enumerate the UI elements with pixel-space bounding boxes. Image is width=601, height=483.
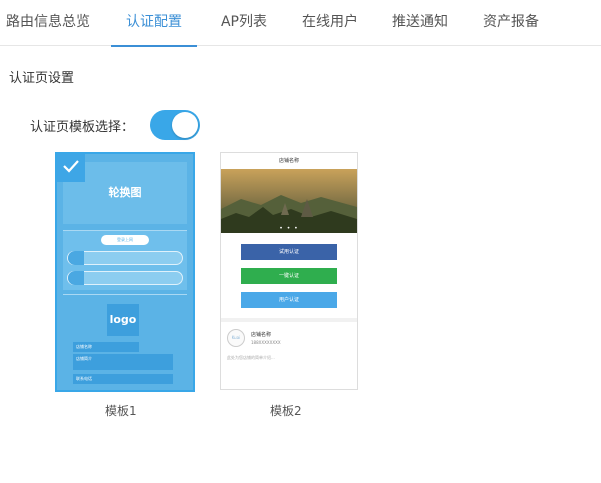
shop-desc-preview: 此处为您店铺的简单介绍... xyxy=(227,355,275,360)
section-title: 认证页设置 xyxy=(9,71,75,86)
divider xyxy=(63,294,187,295)
shop-intro-bar: 店铺简介 xyxy=(73,354,173,370)
check-icon xyxy=(63,160,79,173)
shop-name-bar: 店铺名称 xyxy=(73,342,139,352)
contact-phone-bar: 联系电话 xyxy=(73,374,173,384)
landscape-banner-image xyxy=(221,169,357,233)
shop-phone-preview: 188XXXXXXXX xyxy=(251,340,281,345)
tab-online-users[interactable]: 在线用户 xyxy=(285,0,375,46)
template-1-caption: 模板1 xyxy=(105,404,137,418)
connect-button-preview: 登录上网 xyxy=(101,235,149,245)
separator xyxy=(221,318,357,322)
shop-name-preview: 店铺名称 xyxy=(251,332,272,338)
trial-auth-button-preview: 试用认证 xyxy=(241,244,337,260)
input-preview-2 xyxy=(67,271,183,285)
template-2-caption: 模板2 xyxy=(270,404,302,418)
tab-bar: 路由信息总览 认证配置 AP列表 在线用户 推送通知 资产报备 xyxy=(0,0,601,47)
carousel-dots: • • • xyxy=(279,225,299,232)
tab-auth-config[interactable]: 认证配置 xyxy=(105,0,203,47)
input-preview-1 xyxy=(67,251,183,265)
selected-corner xyxy=(57,154,85,182)
tab-ap-list[interactable]: AP列表 xyxy=(203,0,285,46)
toggle-knob xyxy=(172,112,198,138)
logo-placeholder: logo xyxy=(107,304,139,336)
template-toggle-switch[interactable] xyxy=(150,110,200,140)
shop-title-preview: 店铺名称 xyxy=(278,158,299,164)
onekey-auth-button-preview: 一键认证 xyxy=(241,268,337,284)
user-auth-button-preview: 用户认证 xyxy=(241,292,337,308)
tab-router-overview[interactable]: 路由信息总览 xyxy=(0,0,105,46)
template-2-card[interactable]: 店铺名称 • • • 试用认证 一键认证 用户认证 Kuai 店铺名称 188X… xyxy=(220,152,358,390)
login-preview: 登录上网 xyxy=(63,230,187,290)
tab-push-notify[interactable]: 推送通知 xyxy=(375,0,465,46)
template-1-card[interactable]: 轮换图 登录上网 logo 店铺名称 店铺简介 联系电话 xyxy=(55,152,195,392)
shop-avatar: Kuai xyxy=(227,329,245,347)
tab-asset-report[interactable]: 资产报备 xyxy=(465,0,557,46)
template-select-label: 认证页模板选择： xyxy=(30,120,135,135)
